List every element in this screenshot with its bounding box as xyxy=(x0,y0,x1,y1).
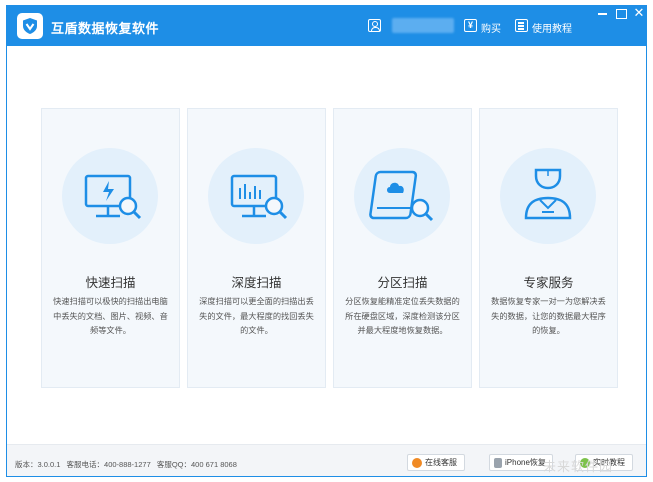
card-title: 分区扫描 xyxy=(377,276,428,290)
footer-info: 版本：3.0.0.1 客服电话：400-888-1277 客服QQ：400 67… xyxy=(15,459,241,470)
main-content: 快速扫描 快速扫描可以极快的扫描出电脑中丢失的文档、图片、视频、音频等文件。 深… xyxy=(7,46,646,444)
card-title: 专家服务 xyxy=(523,276,574,290)
user-icon[interactable] xyxy=(368,19,381,32)
app-title: 互盾数据恢复软件 xyxy=(51,21,160,36)
app-window: 互盾数据恢复软件 ¥ 购买 使用教程 ✕ 快速扫描 快速扫描可以极快的扫描出电脑… xyxy=(6,5,647,477)
support-qq: 客服QQ：400 671 8068 xyxy=(156,460,237,469)
card-description: 深度扫描可以更全面的扫描出丢失的文件，最大程度的找回丢失的文件。 xyxy=(199,297,314,335)
guide-icon[interactable] xyxy=(515,19,528,32)
monitor-chart-magnifier-icon xyxy=(208,148,304,244)
expert-service-card[interactable]: 专家服务 数据恢复专家一对一为您解决丢失的数据，让您的数据最大程序的恢复。 xyxy=(479,108,618,388)
buy-icon[interactable]: ¥ xyxy=(464,19,477,32)
maximize-button[interactable] xyxy=(612,6,630,22)
support-avatar-icon xyxy=(412,457,422,468)
expert-doctor-icon xyxy=(500,148,596,244)
monitor-flash-magnifier-icon xyxy=(62,148,158,244)
partition-scan-card[interactable]: 分区扫描 分区恢复能精准定位丢失数据的所在硬盘区域，深度检测该分区并最大程度地恢… xyxy=(333,108,472,388)
app-logo-icon xyxy=(17,13,43,39)
card-title: 快速扫描 xyxy=(85,276,136,290)
online-support-button[interactable]: 在线客服 xyxy=(407,454,465,471)
user-name-redacted[interactable] xyxy=(392,18,454,33)
close-button[interactable]: ✕ xyxy=(630,6,646,22)
card-description: 分区恢复能精准定位丢失数据的所在硬盘区域，深度检测该分区并最大程度地恢复数据。 xyxy=(345,297,460,335)
title-bar[interactable]: 互盾数据恢复软件 ¥ 购买 使用教程 ✕ xyxy=(7,6,646,46)
card-title: 深度扫描 xyxy=(231,276,282,290)
version-text: 版本：3.0.0.1 xyxy=(15,460,61,469)
minimize-button[interactable] xyxy=(594,6,612,22)
phone-icon xyxy=(494,457,502,468)
disk-cloud-magnifier-icon xyxy=(354,148,450,244)
card-description: 数据恢复专家一对一为您解决丢失的数据，让您的数据最大程序的恢复。 xyxy=(491,297,606,335)
quick-scan-card[interactable]: 快速扫描 快速扫描可以极快的扫描出电脑中丢失的文档、图片、视频、音频等文件。 xyxy=(41,108,180,388)
card-description: 快速扫描可以极快的扫描出电脑中丢失的文档、图片、视频、音频等文件。 xyxy=(53,297,168,335)
support-phone: 客服电话：400-888-1277 xyxy=(66,460,151,469)
buy-link[interactable]: 购买 xyxy=(481,20,501,35)
watermark: 未来软件园 xyxy=(543,459,614,474)
guide-link[interactable]: 使用教程 xyxy=(532,20,572,35)
deep-scan-card[interactable]: 深度扫描 深度扫描可以更全面的扫描出丢失的文件，最大程度的找回丢失的文件。 xyxy=(187,108,326,388)
